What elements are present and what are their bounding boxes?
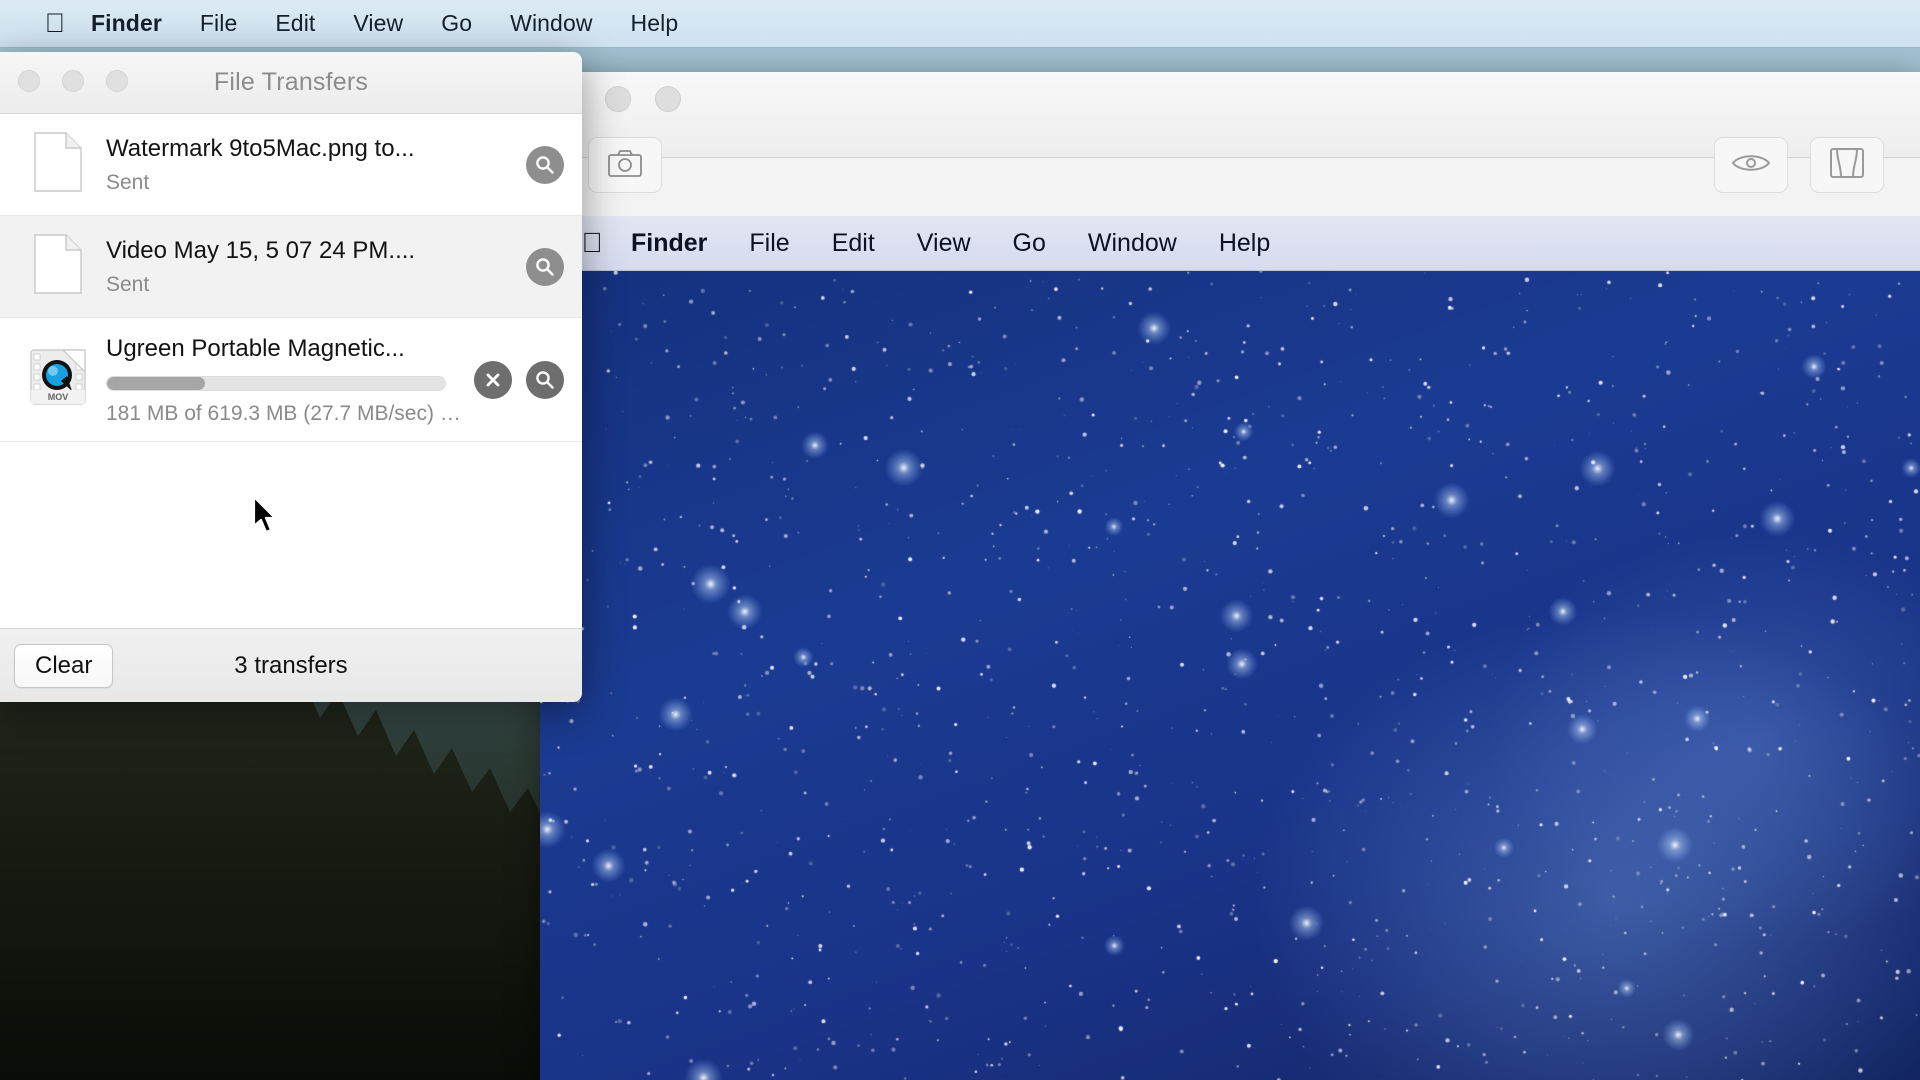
file-icon-wrapper: MOV bbox=[22, 346, 94, 413]
mouse-cursor bbox=[252, 495, 282, 543]
reveal-in-finder-button[interactable] bbox=[526, 360, 564, 399]
transfers-list[interactable]: Watermark 9to5Mac.png to... Sent Video M… bbox=[0, 114, 582, 628]
inner-menu-window[interactable]: Window bbox=[1067, 229, 1198, 258]
bg-close-button[interactable] bbox=[605, 86, 631, 112]
magnifier-icon bbox=[534, 154, 556, 176]
apple-logo-icon[interactable]:  bbox=[38, 10, 72, 37]
zoom-button[interactable] bbox=[106, 70, 128, 92]
menu-item-window[interactable]: Window bbox=[491, 10, 611, 37]
transfer-progress-bar bbox=[106, 375, 446, 391]
file-icon-wrapper bbox=[22, 132, 94, 197]
transfer-row[interactable]: Watermark 9to5Mac.png to... Sent bbox=[0, 114, 582, 216]
presentation-button[interactable] bbox=[1810, 137, 1884, 193]
file-icon-wrapper bbox=[22, 234, 94, 299]
inner-menu-help[interactable]: Help bbox=[1198, 229, 1291, 258]
curtains-icon bbox=[1830, 147, 1864, 183]
cancel-transfer-button[interactable] bbox=[474, 360, 512, 399]
menu-item-view[interactable]: View bbox=[334, 10, 422, 37]
transfer-info: Ugreen Portable Magnetic... 181 MB of 61… bbox=[94, 334, 466, 426]
bg-minimize-button[interactable] bbox=[655, 86, 681, 112]
svg-text:MOV: MOV bbox=[48, 392, 69, 402]
inner-menu-edit[interactable]: Edit bbox=[811, 229, 896, 258]
file-transfers-window[interactable]: File Transfers Watermark 9to5Mac.png to.… bbox=[0, 52, 582, 702]
background-window-toolbar bbox=[540, 114, 1920, 216]
recorded-menubar:  Finder File Edit View Go Window Help bbox=[540, 216, 1920, 271]
preview-button[interactable] bbox=[1714, 137, 1788, 193]
menu-item-edit[interactable]: Edit bbox=[256, 10, 334, 37]
quicktime-mov-icon: MOV bbox=[27, 346, 89, 413]
file-transfers-footer: Clear 3 transfers bbox=[0, 628, 582, 702]
generic-document-icon bbox=[34, 234, 82, 299]
transfer-actions bbox=[518, 145, 564, 184]
recording-preview-content:  Finder File Edit View Go Window Help bbox=[540, 216, 1920, 1080]
starfield-wallpaper bbox=[540, 271, 1920, 1080]
magnifier-icon bbox=[534, 256, 556, 278]
screen-recorder-window[interactable]:  Finder File Edit View Go Window Help bbox=[540, 72, 1920, 1080]
file-transfers-titlebar: File Transfers bbox=[0, 52, 582, 114]
transfer-filename: Watermark 9to5Mac.png to... bbox=[106, 135, 415, 162]
inner-menu-file[interactable]: File bbox=[728, 229, 810, 258]
transfer-status: Sent bbox=[106, 171, 150, 194]
reveal-in-finder-button[interactable] bbox=[526, 247, 564, 286]
menu-item-file[interactable]: File bbox=[181, 10, 256, 37]
camera-icon bbox=[608, 149, 642, 182]
transfer-info: Watermark 9to5Mac.png to... Sent bbox=[94, 134, 518, 195]
transfer-row[interactable]: Video May 15, 5 07 24 PM.... Sent bbox=[0, 216, 582, 318]
clear-button[interactable]: Clear bbox=[14, 643, 114, 688]
progress-wrapper bbox=[106, 375, 466, 391]
close-button[interactable] bbox=[18, 70, 40, 92]
transfer-actions bbox=[518, 247, 564, 286]
transfer-row[interactable]: MOV Ugreen Portable Magnetic... 181 MB o… bbox=[0, 318, 582, 442]
traffic-lights[interactable] bbox=[18, 70, 128, 92]
inner-menu-finder[interactable]: Finder bbox=[610, 229, 728, 258]
menu-item-go[interactable]: Go bbox=[422, 10, 491, 37]
camera-button[interactable] bbox=[588, 137, 662, 193]
transfer-status: Sent bbox=[106, 273, 150, 296]
background-toolbar-right-group bbox=[1714, 137, 1884, 193]
magnifier-icon bbox=[534, 369, 556, 391]
transfer-filename: Video May 15, 5 07 24 PM.... bbox=[106, 237, 416, 264]
menu-item-finder[interactable]: Finder bbox=[72, 10, 181, 37]
transfer-info: Video May 15, 5 07 24 PM.... Sent bbox=[94, 236, 518, 297]
system-menubar:  Finder File Edit View Go Window Help bbox=[0, 0, 1920, 48]
inner-menu-view[interactable]: View bbox=[896, 229, 992, 258]
progress-bar-fill bbox=[107, 376, 206, 390]
menu-item-help[interactable]: Help bbox=[612, 10, 698, 37]
transfer-progress-text: 181 MB of 619.3 MB (27.7 MB/sec) — About… bbox=[106, 401, 466, 425]
close-x-icon bbox=[482, 369, 504, 391]
minimize-button[interactable] bbox=[62, 70, 84, 92]
generic-document-icon bbox=[34, 132, 82, 197]
inner-menu-go[interactable]: Go bbox=[992, 229, 1067, 258]
transfer-actions bbox=[466, 360, 564, 399]
background-window-traffic-lights[interactable] bbox=[605, 86, 681, 112]
transfer-filename: Ugreen Portable Magnetic... bbox=[106, 334, 405, 362]
reveal-in-finder-button[interactable] bbox=[526, 145, 564, 184]
eye-icon bbox=[1731, 151, 1771, 180]
